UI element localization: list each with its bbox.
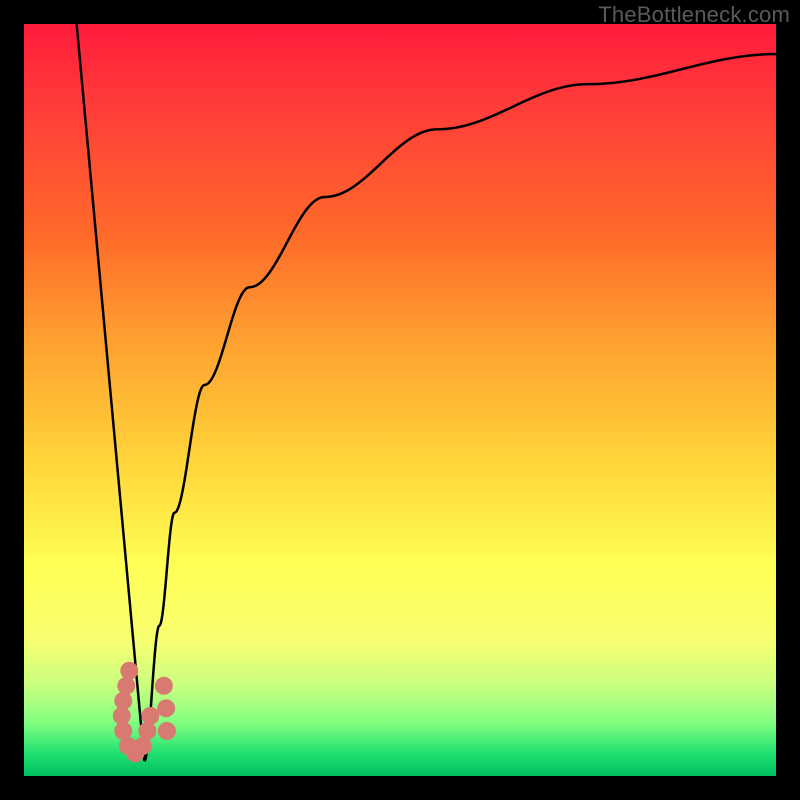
marker-cluster (113, 662, 176, 763)
plot-area (24, 24, 776, 776)
marker-dot (141, 707, 159, 725)
marker-dot (155, 677, 173, 695)
marker-dot (120, 662, 138, 680)
watermark-text: TheBottleneck.com (598, 2, 790, 28)
chart-frame: TheBottleneck.com (0, 0, 800, 800)
marker-dot (158, 722, 176, 740)
marker-dot (138, 722, 156, 740)
log-curve (144, 54, 776, 761)
chart-svg (24, 24, 776, 776)
marker-dot (157, 699, 175, 717)
descending-line (77, 24, 145, 761)
marker-dot (117, 677, 135, 695)
